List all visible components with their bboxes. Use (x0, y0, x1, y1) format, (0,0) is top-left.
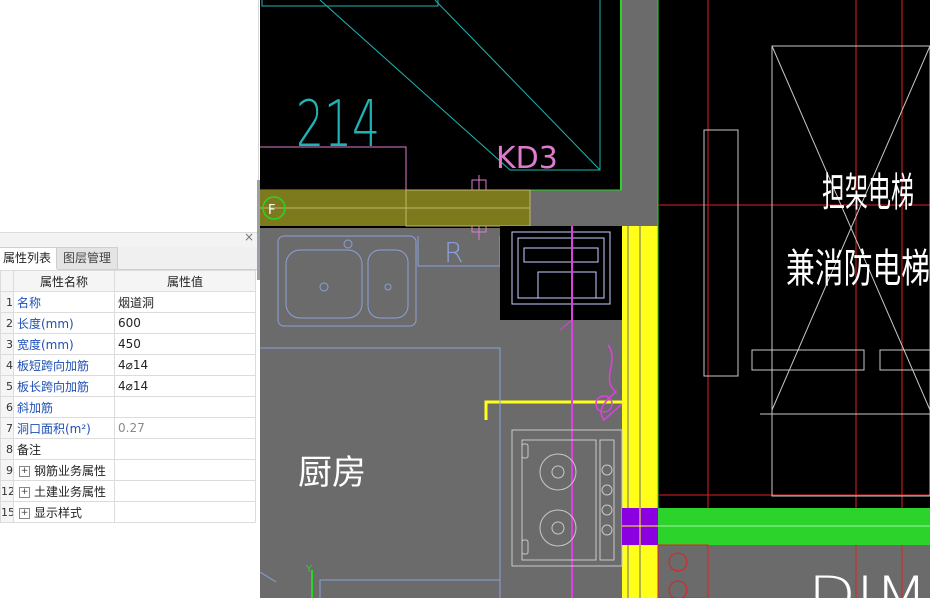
row-name: 名称 (13, 291, 115, 313)
table-row[interactable]: 4 板短跨向加筋 4⌀14 (0, 354, 256, 376)
group-label: 显示样式 (34, 505, 83, 520)
close-icon[interactable]: × (244, 230, 254, 244)
table-row[interactable]: 9 + 钢筋业务属性 (0, 459, 256, 481)
kd3-label: KD3 (496, 141, 558, 176)
row-number: 9 (0, 459, 14, 481)
room-number-label: 214 (296, 88, 380, 162)
fire-elevator-label: 兼消防电梯 (786, 246, 930, 292)
row-value (114, 459, 256, 481)
expand-icon[interactable]: + (19, 465, 30, 477)
row-number: 12 (0, 480, 14, 502)
table-row[interactable]: 12 + 土建业务属性 (0, 480, 256, 502)
row-value[interactable]: 600 (114, 312, 256, 334)
table-row[interactable]: 6 斜加筋 (0, 396, 256, 418)
property-table: 属性名称 属性值 1 名称 烟道洞 2 长度(mm) 600 3 宽度(mm) … (0, 270, 256, 523)
row-value[interactable]: 0.27 (114, 417, 256, 439)
group-label: 钢筋业务属性 (34, 463, 107, 478)
r-mark-label: R (444, 236, 463, 269)
row-value[interactable] (114, 438, 256, 460)
row-value[interactable]: 450 (114, 333, 256, 355)
header-num (0, 270, 14, 292)
cad-drawing[interactable]: 214 KD3 F R 厨房 Y 担架电梯 兼消防电梯 DIM (260, 0, 930, 598)
wall-area-lower (522, 190, 658, 228)
group-label: 土建业务属性 (34, 484, 107, 499)
row-number: 1 (0, 291, 14, 313)
table-row[interactable]: 1 名称 烟道洞 (0, 291, 256, 313)
row-name: 斜加筋 (13, 396, 115, 418)
panel-title-bar: × (0, 230, 258, 247)
row-value (114, 480, 256, 502)
axis-f-label: F (268, 203, 275, 218)
row-number: 6 (0, 396, 14, 418)
tab-property-list[interactable]: 属性列表 (0, 247, 59, 270)
row-value[interactable] (114, 396, 256, 418)
row-name: + 钢筋业务属性 (13, 459, 115, 481)
row-name: 板短跨向加筋 (13, 354, 115, 376)
row-name: 宽度(mm) (13, 333, 115, 355)
row-number: 5 (0, 375, 14, 397)
green-wall-line (620, 0, 622, 190)
table-row[interactable]: 2 长度(mm) 600 (0, 312, 256, 334)
table-header-row: 属性名称 属性值 (0, 270, 256, 292)
expand-icon[interactable]: + (19, 486, 30, 498)
row-number: 8 (0, 438, 14, 460)
row-name: 长度(mm) (13, 312, 115, 334)
row-value (114, 501, 256, 523)
table-row[interactable]: 3 宽度(mm) 450 (0, 333, 256, 355)
kitchen-label: 厨房 (298, 453, 366, 493)
expand-icon[interactable]: + (19, 507, 30, 519)
table-row[interactable]: 8 备注 (0, 438, 256, 460)
row-value[interactable]: 4⌀14 (114, 375, 256, 397)
row-number: 4 (0, 354, 14, 376)
row-name: + 显示样式 (13, 501, 115, 523)
property-panel: × 属性列表 图层管理 属性名称 属性值 1 名称 烟道洞 2 长度(mm) 6… (0, 0, 260, 598)
table-row[interactable]: 7 洞口面积(m²) 0.27 (0, 417, 256, 439)
stretcher-elevator-label: 担架电梯 (822, 170, 914, 216)
row-name: 板长跨向加筋 (13, 375, 115, 397)
dim-label: DIM (808, 566, 928, 598)
panel-tabs: 属性列表 图层管理 (0, 247, 258, 270)
row-value[interactable]: 4⌀14 (114, 354, 256, 376)
header-property-value: 属性值 (114, 270, 256, 292)
cad-drawing-canvas[interactable]: 214 KD3 F R 厨房 Y 担架电梯 兼消防电梯 DIM (260, 0, 930, 598)
row-name: + 土建业务属性 (13, 480, 115, 502)
panel-blank-area (0, 0, 259, 232)
tab-layer-management[interactable]: 图层管理 (56, 247, 119, 269)
row-number: 2 (0, 312, 14, 334)
y-axis-label: Y (305, 564, 313, 575)
row-name: 洞口面积(m²) (13, 417, 115, 439)
table-row[interactable]: 15 + 显示样式 (0, 501, 256, 523)
row-name: 备注 (13, 438, 115, 460)
header-property-name: 属性名称 (13, 270, 115, 292)
row-number: 7 (0, 417, 14, 439)
row-value[interactable]: 烟道洞 (114, 291, 256, 313)
row-number: 3 (0, 333, 14, 355)
table-row[interactable]: 5 板长跨向加筋 4⌀14 (0, 375, 256, 397)
row-number: 15 (0, 501, 14, 523)
